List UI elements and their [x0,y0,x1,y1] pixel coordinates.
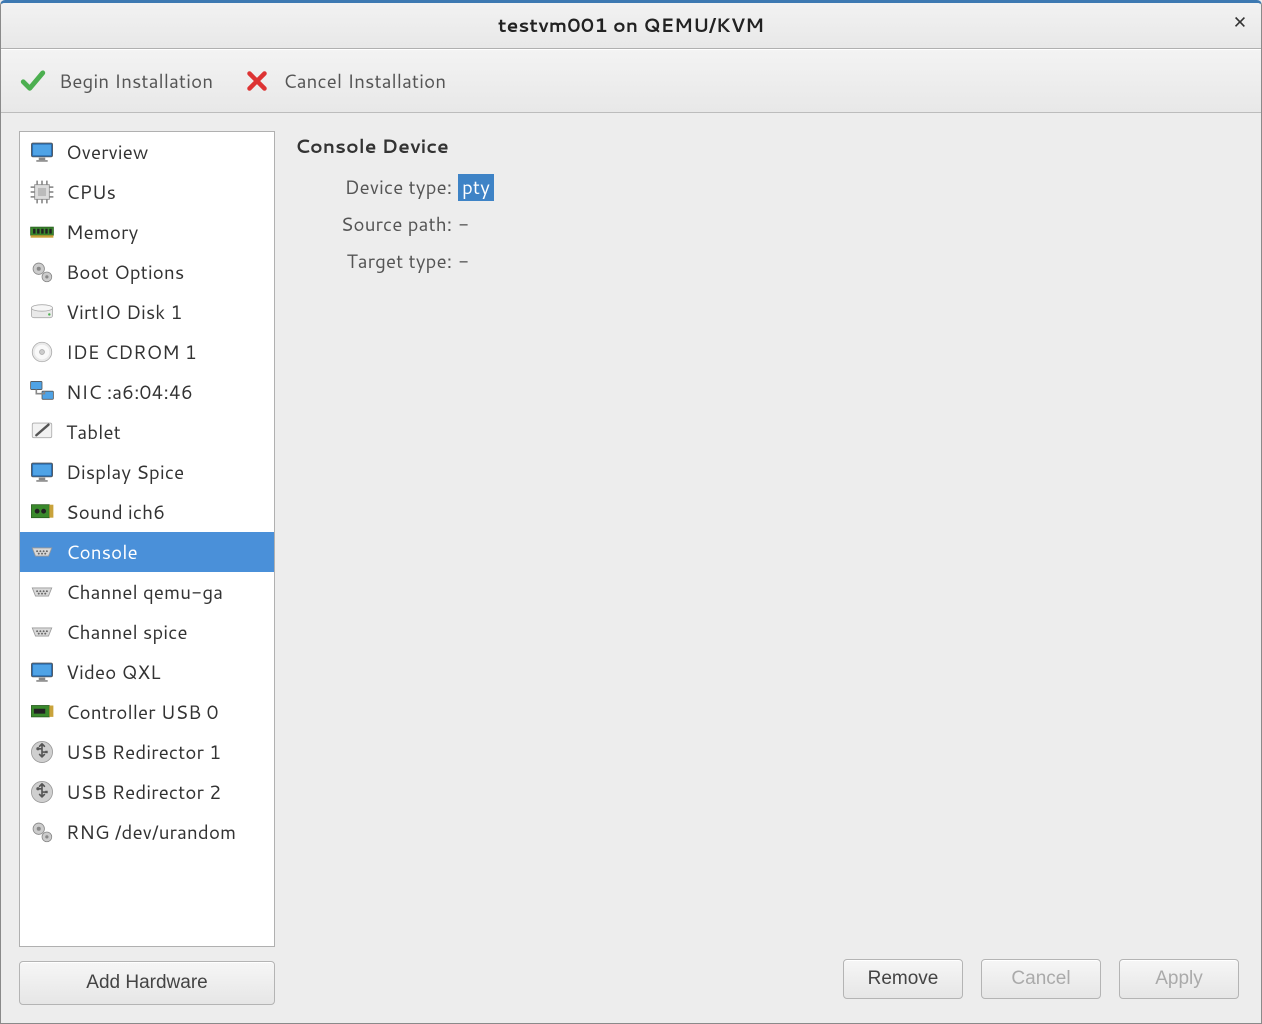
device-item-label: USB Redirector 1 [66,739,221,766]
begin-install-label: Begin Installation [59,68,213,95]
sidebar: Overview CPUs Memory Boot Options VirtIO Dis… [19,131,275,1005]
device-item-label: USB Redirector 2 [66,779,221,806]
serial-icon [28,578,56,606]
usbctrl-icon [28,698,56,726]
gears-icon [28,258,56,286]
device-item[interactable]: Video QXL [20,652,274,692]
device-item-label: IDE CDROM 1 [66,339,197,366]
device-item-label: Tablet [66,419,121,446]
device-item[interactable]: USB Redirector 2 [20,772,274,812]
console-device-form: Device type: pty Source path: - Target t… [303,174,1243,275]
remove-button[interactable]: Remove [843,959,963,999]
add-hardware-button[interactable]: Add Hardware [19,961,275,1005]
details-panel: Console Device Device type: pty Source p… [295,131,1243,1005]
device-item[interactable]: CPUs [20,172,274,212]
titlebar: testvm001 on QEMU/KVM × [1,3,1261,49]
disk-icon [28,298,56,326]
device-item-label: CPUs [66,179,116,206]
source-path-value: - [458,211,1243,238]
panel-title: Console Device [295,133,1243,160]
device-item[interactable]: Tablet [20,412,274,452]
usb-icon [28,738,56,766]
device-item-label: Console [66,539,138,566]
device-item[interactable]: USB Redirector 1 [20,732,274,772]
device-item-label: Sound ich6 [66,499,165,526]
source-path-label: Source path: [303,211,458,238]
device-item[interactable]: IDE CDROM 1 [20,332,274,372]
device-item-label: VirtIO Disk 1 [66,299,183,326]
toolbar: Begin Installation Cancel Installation [1,49,1261,113]
monitor-icon [28,138,56,166]
window-title: testvm001 on QEMU/KVM [498,12,764,39]
tablet-icon [28,418,56,446]
device-item-label: Memory [66,219,138,246]
target-type-value: - [458,248,1243,275]
content: Overview CPUs Memory Boot Options VirtIO Dis… [1,113,1261,1023]
device-item-label: Video QXL [66,659,161,686]
device-type-value: pty [458,174,1243,201]
device-item[interactable]: Channel qemu-ga [20,572,274,612]
monitor-icon [28,658,56,686]
cpu-icon [28,178,56,206]
device-item[interactable]: RNG /dev/urandom [20,812,274,852]
memory-icon [28,218,56,246]
device-item-label: Boot Options [66,259,184,286]
sound-icon [28,498,56,526]
device-item[interactable]: Channel spice [20,612,274,652]
device-item[interactable]: Display Spice [20,452,274,492]
begin-install-button[interactable]: Begin Installation [19,67,213,95]
cancel-button[interactable]: Cancel [981,959,1101,999]
check-icon [19,67,47,95]
device-type-label: Device type: [303,174,458,201]
nic-icon [28,378,56,406]
device-item[interactable]: Boot Options [20,252,274,292]
cdrom-icon [28,338,56,366]
apply-button[interactable]: Apply [1119,959,1239,999]
x-icon [243,67,271,95]
gears-icon [28,818,56,846]
cancel-install-label: Cancel Installation [283,68,446,95]
monitor-icon [28,458,56,486]
device-item-label: Controller USB 0 [66,699,219,726]
device-item-label: Channel qemu-ga [66,579,223,606]
serial-icon [28,618,56,646]
vm-details-window: testvm001 on QEMU/KVM × Begin Installati… [0,0,1262,1024]
usb-icon [28,778,56,806]
device-item-label: Display Spice [66,459,184,486]
device-item[interactable]: Sound ich6 [20,492,274,532]
device-item-label: NIC :a6:04:46 [66,379,193,406]
device-item[interactable]: NIC :a6:04:46 [20,372,274,412]
device-item[interactable]: VirtIO Disk 1 [20,292,274,332]
device-item-label: Overview [66,139,148,166]
device-item-label: RNG /dev/urandom [66,819,236,846]
device-item[interactable]: Controller USB 0 [20,692,274,732]
cancel-install-button[interactable]: Cancel Installation [243,67,446,95]
device-item[interactable]: Overview [20,132,274,172]
target-type-label: Target type: [303,248,458,275]
close-icon[interactable]: × [1233,11,1247,33]
device-list[interactable]: Overview CPUs Memory Boot Options VirtIO Dis… [19,131,275,947]
serial-icon [28,538,56,566]
device-item[interactable]: Console [20,532,274,572]
device-item-label: Channel spice [66,619,188,646]
footer: Remove Cancel Apply [295,955,1243,1005]
device-item[interactable]: Memory [20,212,274,252]
